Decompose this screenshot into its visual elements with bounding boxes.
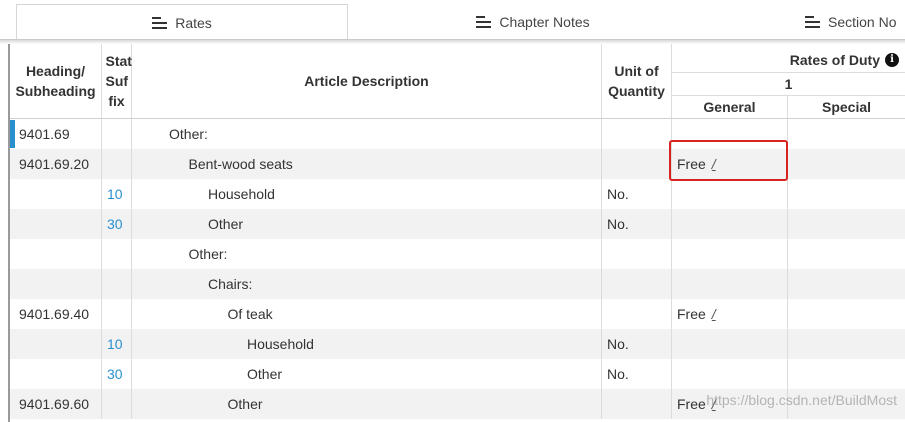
info-icon[interactable]: i — [885, 53, 899, 67]
stat-suffix-cell[interactable]: 30 — [102, 359, 132, 389]
tab-section-notes[interactable]: Section No — [805, 4, 905, 40]
tab-rates[interactable]: Rates — [16, 4, 348, 40]
general-rate-cell: Free / — [672, 299, 788, 329]
table-row: 30 Other No. — [10, 359, 905, 389]
column-header-article-description: Article Description — [132, 44, 602, 119]
unit-cell: No. — [602, 359, 672, 389]
unit-cell — [602, 239, 672, 269]
stat-suffix-cell — [102, 239, 132, 269]
description-cell: Other — [132, 389, 602, 419]
table-row: Other: — [10, 239, 905, 269]
column-header-heading: Heading/ Subheading — [10, 44, 102, 119]
list-icon — [805, 16, 820, 28]
watermark: https://blog.csdn.net/BuildMost — [706, 392, 897, 408]
tab-chapter-notes[interactable]: Chapter Notes — [348, 4, 718, 40]
special-rate-cell — [788, 209, 905, 239]
general-rate-cell — [672, 179, 788, 209]
table-row: 10 Household No. — [10, 329, 905, 359]
general-rate-cell — [672, 239, 788, 269]
general-rate-value: Free — [677, 306, 706, 322]
stat-suffix-cell — [102, 299, 132, 329]
general-rate-value: Free — [677, 396, 706, 412]
current-row-marker — [10, 120, 15, 148]
stat-suffix-cell[interactable]: 30 — [102, 209, 132, 239]
description-cell: Bent-wood seats — [132, 149, 602, 179]
heading-cell: 9401.69 — [10, 119, 102, 149]
table-row: 9401.69.40 Of teak Free / — [10, 299, 905, 329]
unit-cell — [602, 269, 672, 299]
stat-suffix-cell[interactable]: 10 — [102, 329, 132, 359]
description-cell: Other — [132, 209, 602, 239]
special-rate-cell — [788, 179, 905, 209]
unit-cell — [602, 119, 672, 149]
special-rate-cell — [788, 299, 905, 329]
stat-suffix-cell — [102, 269, 132, 299]
heading-cell: 9401.69.40 — [10, 299, 102, 329]
list-icon — [152, 16, 168, 29]
unit-cell — [602, 389, 672, 419]
general-rate-cell — [672, 359, 788, 389]
general-rate-cell — [672, 329, 788, 359]
description-cell: Other — [132, 359, 602, 389]
unit-cell: No. — [602, 179, 672, 209]
tab-bar: Rates Chapter Notes Section No — [0, 0, 905, 40]
special-rate-cell — [788, 239, 905, 269]
special-rate-cell — [788, 269, 905, 299]
tab-label: Rates — [175, 14, 212, 31]
heading-cell — [10, 329, 102, 359]
special-rate-cell — [788, 119, 905, 149]
general-rate-cell — [672, 209, 788, 239]
rate-footnote-link[interactable]: / — [712, 306, 716, 322]
special-rate-cell — [788, 359, 905, 389]
rates-of-duty-title: Rates of Duty i — [672, 48, 903, 72]
stat-suffix-cell — [102, 389, 132, 419]
highlight-box — [669, 140, 788, 181]
table-row: 10 Household No. — [10, 179, 905, 209]
column-header-unit-of-quantity: Unit of Quantity — [602, 44, 672, 119]
column-header-general: General — [672, 95, 788, 119]
stat-suffix-cell — [102, 119, 132, 149]
tab-label: Chapter Notes — [499, 14, 590, 30]
stat-suffix-cell — [102, 149, 132, 179]
heading-cell — [10, 209, 102, 239]
description-cell: Of teak — [132, 299, 602, 329]
heading-cell — [10, 269, 102, 299]
column-header-stat-suffix: Stat Suf fix — [102, 44, 132, 119]
table-row: Chairs: — [10, 269, 905, 299]
unit-cell — [602, 299, 672, 329]
general-rate-cell — [672, 269, 788, 299]
rates-table: Heading/ Subheading Stat Suf fix Article… — [8, 44, 905, 422]
description-cell: Household — [132, 329, 602, 359]
description-cell: Other: — [132, 239, 602, 269]
description-cell: Household — [132, 179, 602, 209]
tab-label: Section No — [828, 14, 897, 30]
rate-column-number: 1 — [672, 72, 905, 96]
heading-cell — [10, 179, 102, 209]
stat-suffix-cell[interactable]: 10 — [102, 179, 132, 209]
list-icon — [476, 16, 492, 28]
unit-cell: No. — [602, 329, 672, 359]
heading-cell: 9401.69.60 — [10, 389, 102, 419]
table-row: 30 Other No. — [10, 209, 905, 239]
unit-cell: No. — [602, 209, 672, 239]
description-cell: Other: — [132, 119, 602, 149]
special-rate-cell — [788, 329, 905, 359]
special-rate-cell — [788, 149, 905, 179]
unit-cell — [602, 149, 672, 179]
heading-cell: 9401.69.20 — [10, 149, 102, 179]
column-header-special: Special — [788, 95, 905, 119]
description-cell: Chairs: — [132, 269, 602, 299]
heading-cell — [10, 359, 102, 389]
heading-cell — [10, 239, 102, 269]
